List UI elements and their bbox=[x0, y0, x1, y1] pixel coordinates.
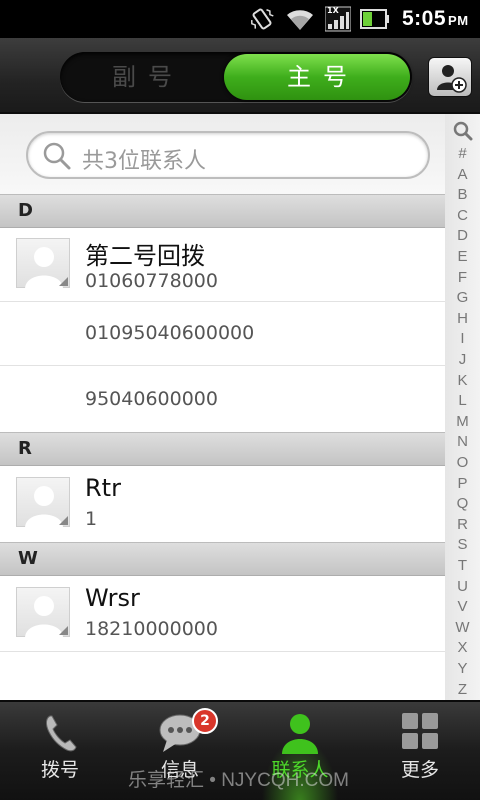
search-area: 共3位联系人 bbox=[0, 114, 445, 194]
index-letter[interactable]: S bbox=[445, 536, 480, 553]
search-icon bbox=[43, 142, 71, 170]
section-header-r: R bbox=[0, 432, 445, 466]
index-letter[interactable]: C bbox=[445, 207, 480, 224]
unread-badge: 2 bbox=[192, 708, 218, 734]
contact-number-row[interactable]: 01095040600000 bbox=[0, 302, 445, 366]
tab-dial[interactable]: 拨号 bbox=[0, 702, 120, 800]
alphabet-index-bar[interactable]: # A B C D E F G H I J K L M N O P Q R S T U V W X Y Z bbox=[445, 114, 480, 700]
contacts-icon bbox=[282, 714, 318, 754]
index-letter[interactable]: E bbox=[445, 248, 480, 265]
status-bar: 1X 5:05 PM bbox=[0, 0, 480, 38]
tab-dial-label: 拨号 bbox=[40, 759, 79, 781]
index-letter[interactable]: Y bbox=[445, 660, 480, 677]
header-bar: 副号 主号 bbox=[0, 38, 480, 114]
index-letter[interactable]: L bbox=[445, 392, 480, 409]
index-letter[interactable]: Z bbox=[445, 681, 480, 698]
vibrate-icon bbox=[251, 8, 274, 30]
index-letter[interactable]: H bbox=[445, 310, 480, 327]
index-letter[interactable]: U bbox=[445, 578, 480, 595]
tab-secondary-number[interactable]: 副号 bbox=[60, 52, 224, 102]
contact-number: 1 bbox=[85, 508, 98, 530]
index-letter[interactable]: F bbox=[445, 269, 480, 286]
signal-label: 1X bbox=[327, 6, 339, 15]
more-grid-icon bbox=[402, 713, 438, 749]
wifi-icon bbox=[287, 10, 313, 30]
contact-row-rtr[interactable]: Rtr 1 bbox=[0, 466, 445, 542]
index-letter[interactable]: M bbox=[445, 413, 480, 430]
tab-primary-number[interactable]: 主号 bbox=[224, 54, 410, 100]
contact-row-wrsr[interactable]: Wrsr 18210000000 bbox=[0, 576, 445, 652]
index-letter[interactable]: O bbox=[445, 454, 480, 471]
avatar bbox=[16, 587, 70, 638]
contact-number: 01060778000 bbox=[85, 270, 218, 292]
tab-more-label: 更多 bbox=[400, 759, 439, 781]
index-letter[interactable]: T bbox=[445, 557, 480, 574]
section-header-w: W bbox=[0, 542, 445, 576]
index-letter[interactable]: # bbox=[445, 145, 480, 162]
contact-list: 共3位联系人 D 第二号回拨 01060778000 0109504060000… bbox=[0, 114, 445, 700]
search-placeholder: 共3位联系人 bbox=[82, 149, 206, 174]
index-letter[interactable]: Q bbox=[445, 495, 480, 512]
contact-name: 第二号回拨 bbox=[85, 242, 205, 270]
index-letter[interactable]: X bbox=[445, 639, 480, 656]
index-letter[interactable]: D bbox=[445, 227, 480, 244]
contact-number-row[interactable]: 95040600000 bbox=[0, 366, 445, 432]
clock: 5:05 PM bbox=[402, 7, 469, 30]
watermark: 乐享轻汇 • NJYCQH.COM bbox=[128, 770, 349, 791]
contact-number: 01095040600000 bbox=[85, 322, 255, 344]
avatar bbox=[16, 238, 70, 289]
add-contact-button[interactable] bbox=[428, 57, 472, 97]
index-letter[interactable]: G bbox=[445, 289, 480, 306]
index-letter[interactable]: W bbox=[445, 619, 480, 636]
contact-row-second-callback[interactable]: 第二号回拨 01060778000 bbox=[0, 228, 445, 302]
index-letter[interactable]: J bbox=[445, 351, 480, 368]
section-header-d: D bbox=[0, 194, 445, 228]
phone-icon bbox=[46, 715, 77, 752]
contact-name: Wrsr bbox=[85, 584, 140, 612]
tab-more[interactable]: 更多 bbox=[360, 702, 480, 800]
signal-icon: 1X bbox=[324, 6, 352, 32]
index-letter[interactable]: I bbox=[445, 330, 480, 347]
contact-number: 95040600000 bbox=[85, 388, 218, 410]
search-input[interactable]: 共3位联系人 bbox=[26, 131, 430, 179]
line-segmented-control: 副号 主号 bbox=[60, 52, 412, 102]
add-contact-icon bbox=[437, 65, 467, 93]
index-letter[interactable]: K bbox=[445, 372, 480, 389]
index-letter[interactable]: N bbox=[445, 433, 480, 450]
contact-name: Rtr bbox=[85, 474, 121, 502]
index-letter[interactable]: P bbox=[445, 475, 480, 492]
contact-number: 18210000000 bbox=[85, 618, 218, 640]
index-letter[interactable]: A bbox=[445, 166, 480, 183]
battery-icon bbox=[360, 9, 389, 29]
index-search-icon[interactable] bbox=[453, 121, 473, 141]
index-letter[interactable]: B bbox=[445, 186, 480, 203]
index-letter[interactable]: R bbox=[445, 516, 480, 533]
avatar bbox=[16, 477, 70, 528]
index-letter[interactable]: V bbox=[445, 598, 480, 615]
